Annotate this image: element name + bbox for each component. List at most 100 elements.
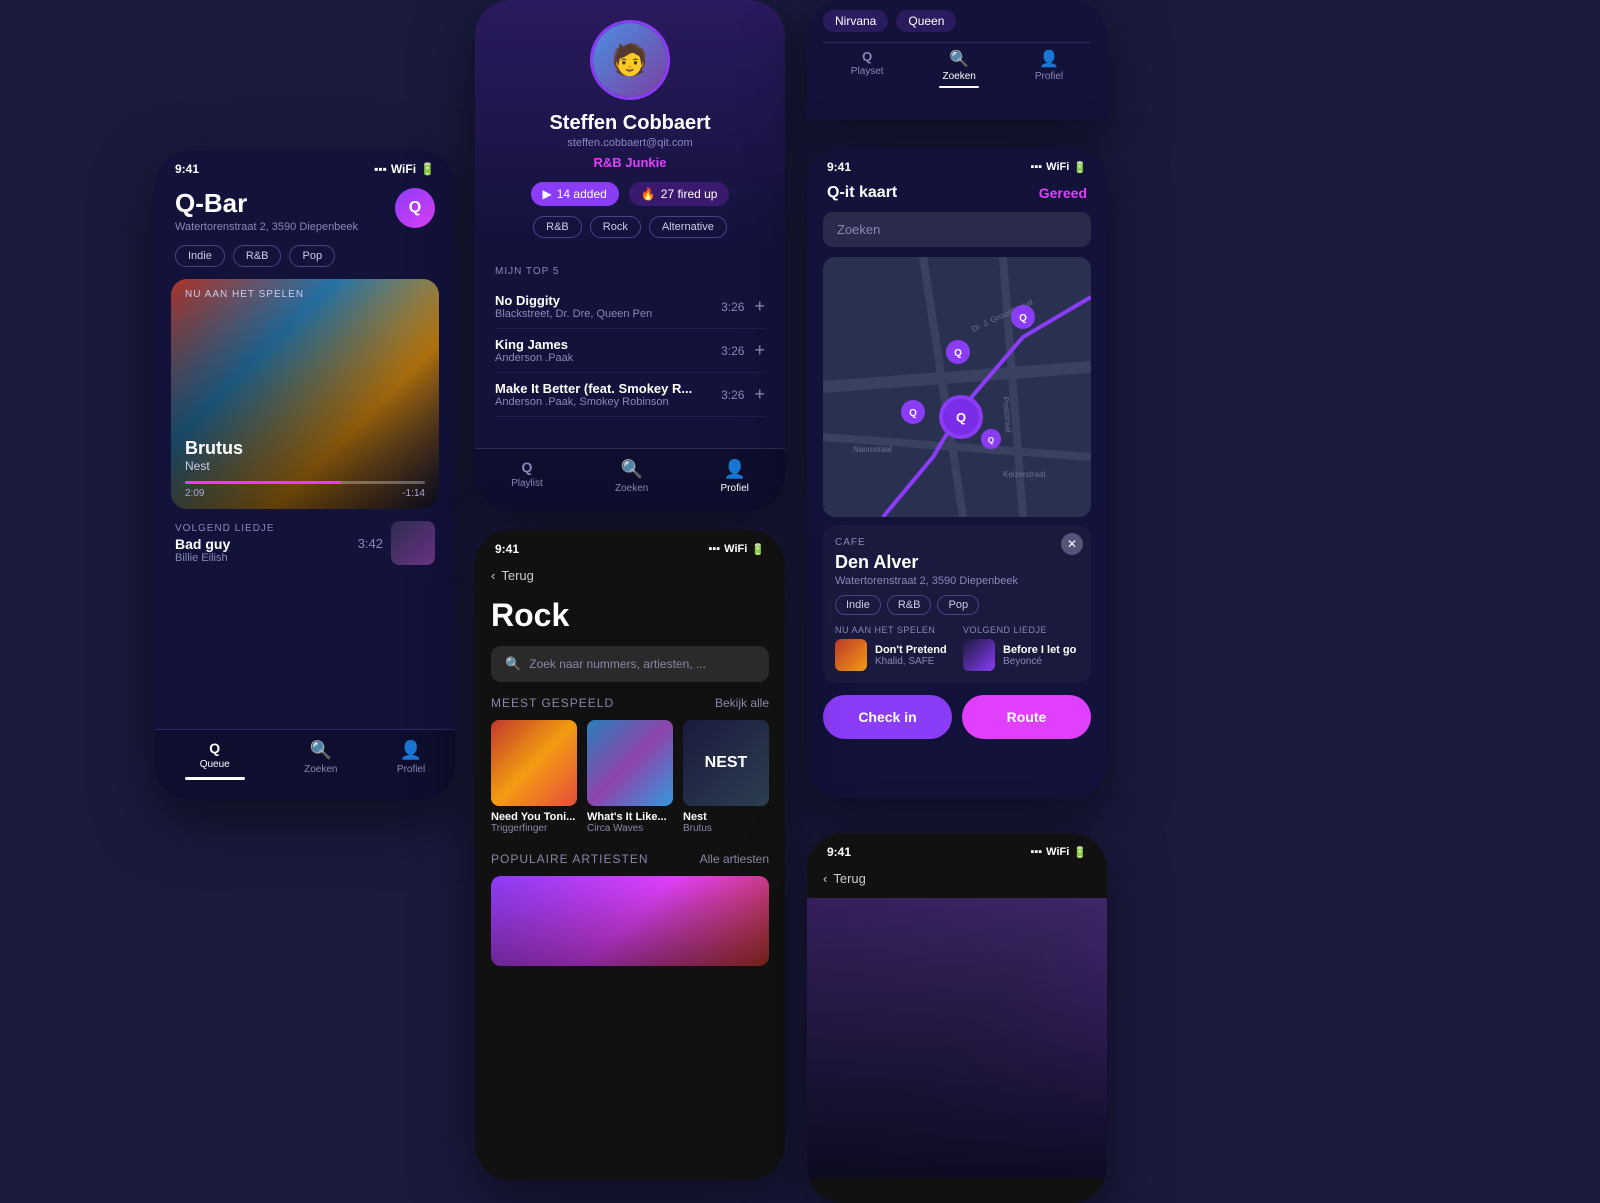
artists-row: Nirvana Queen xyxy=(823,10,1091,32)
playset-icon: Q xyxy=(862,49,872,64)
vtag-indie[interactable]: Indie xyxy=(835,595,881,615)
album-name-3: Nest xyxy=(683,811,769,823)
nav3-zoeken-label: Zoeken xyxy=(943,71,976,82)
genre-rnb[interactable]: R&B xyxy=(533,216,582,238)
progress-fill xyxy=(185,481,341,484)
venue-address: Watertorenstraat 2, 3590 Diepenbeek xyxy=(175,221,358,233)
play-icon: ▶ xyxy=(543,187,552,201)
nav-search[interactable]: 🔍 Zoeken xyxy=(304,740,337,780)
search-icon-5: 🔍 xyxy=(505,656,521,672)
time-4: 9:41 xyxy=(827,160,851,174)
nav2-playlist[interactable]: Q Playlist xyxy=(511,459,543,494)
track-row-1: No Diggity Blackstreet, Dr. Dre, Queen P… xyxy=(495,285,765,329)
status-bar-5: 9:41 ▪▪▪ WiFi 🔋 xyxy=(475,530,785,562)
user-avatar[interactable]: Q xyxy=(395,188,435,228)
wifi-icon: WiFi xyxy=(391,162,416,176)
nav-queue[interactable]: Q Queue xyxy=(185,740,245,780)
album-thumb-1 xyxy=(491,720,577,806)
status-icons-5: ▪▪▪ WiFi 🔋 xyxy=(708,543,765,556)
vtrack-next-artist: Beyoncé xyxy=(1003,656,1076,667)
back-btn-6[interactable]: ‹ Terug xyxy=(807,865,1107,898)
gereed-btn[interactable]: Gereed xyxy=(1039,185,1087,201)
vtag-pop[interactable]: Pop xyxy=(937,595,979,615)
current-artist: Nest xyxy=(185,459,425,473)
nav3-playset[interactable]: Q Playset xyxy=(851,49,884,88)
album-thumb-3: NEST xyxy=(683,720,769,806)
tag-indie[interactable]: Indie xyxy=(175,245,225,267)
back-chevron-5: ‹ xyxy=(491,568,495,583)
vtrack-now-name: Don't Pretend xyxy=(875,644,947,656)
alle-artiesten-link[interactable]: Alle artiesten xyxy=(700,852,769,866)
nav-queue-label: Queue xyxy=(200,759,230,770)
artist-figure xyxy=(807,898,1107,1178)
map-search[interactable]: Zoeken xyxy=(823,212,1091,247)
next-thumb-art xyxy=(391,521,435,565)
vtrack-now-row: Don't Pretend Khalid, SAFE xyxy=(835,639,951,671)
venue-tracks: NU AAN HET SPELEN Don't Pretend Khalid, … xyxy=(835,625,1079,671)
venue-header: Q-Bar Watertorenstraat 2, 3590 Diepenbee… xyxy=(155,180,455,245)
action-buttons: Check in Route xyxy=(807,683,1107,747)
album-art-3: NEST xyxy=(683,720,769,806)
album-item-3[interactable]: NEST Nest Brutus xyxy=(683,720,769,834)
popular-label: POPULAIRE ARTIESTEN xyxy=(491,852,649,866)
tag-pop[interactable]: Pop xyxy=(289,245,335,267)
nav-indicator xyxy=(185,777,245,780)
progress-bar[interactable] xyxy=(185,481,425,484)
track-right-2: 3:26 + xyxy=(721,340,765,361)
album-item-2[interactable]: What's It Like... Circa Waves xyxy=(587,720,673,834)
genre-rock[interactable]: Rock xyxy=(590,216,641,238)
back-btn-5[interactable]: ‹ Terug xyxy=(475,562,785,591)
nav2-profile[interactable]: 👤 Profiel xyxy=(721,459,749,494)
artist-nirvana[interactable]: Nirvana xyxy=(823,10,888,32)
vtrack-thumb-next xyxy=(963,639,995,671)
time-6: 9:41 xyxy=(827,845,851,859)
status-bar-1: 9:41 ▪▪▪ WiFi 🔋 xyxy=(155,150,455,180)
checkin-button[interactable]: Check in xyxy=(823,695,952,739)
nav2-search[interactable]: 🔍 Zoeken xyxy=(615,459,648,494)
fire-icon: 🔥 xyxy=(641,187,656,201)
track-artists-1: Blackstreet, Dr. Dre, Queen Pen xyxy=(495,308,652,320)
now-playing-label: NU AAN HET SPELEN xyxy=(185,289,425,300)
close-venue-btn[interactable]: ✕ xyxy=(1061,533,1083,555)
route-button[interactable]: Route xyxy=(962,695,1091,739)
venue-next-playing: VOLGEND LIEDJE Before I let go Beyoncé xyxy=(963,625,1079,671)
nav2-search-label: Zoeken xyxy=(615,483,648,494)
genre-alternative[interactable]: Alternative xyxy=(649,216,727,238)
profiel-icon: 👤 xyxy=(1039,49,1059,69)
add-btn-1[interactable]: + xyxy=(754,296,765,317)
current-time: 2:09 xyxy=(185,488,204,499)
add-btn-3[interactable]: + xyxy=(754,384,765,405)
artists-figures xyxy=(491,876,769,966)
album-art-1 xyxy=(491,720,577,806)
nav3-profiel[interactable]: 👤 Profiel xyxy=(1035,49,1063,88)
track-right-1: 3:26 + xyxy=(721,296,765,317)
back-label-5: Terug xyxy=(501,568,534,583)
venue-info: Q-Bar Watertorenstraat 2, 3590 Diepenbee… xyxy=(175,188,358,233)
nav2-profile-label: Profiel xyxy=(721,483,749,494)
svg-text:Keizerstraat: Keizerstraat xyxy=(1003,470,1046,479)
queue-icon: Q xyxy=(209,740,220,756)
track-dur-1: 3:26 xyxy=(721,300,744,314)
albums-grid: Need You Toni... Triggerfinger What's It… xyxy=(475,720,785,848)
most-played-label: MEEST GESPEELD xyxy=(491,696,614,710)
vtag-rnb[interactable]: R&B xyxy=(887,595,932,615)
artist-hero xyxy=(807,898,1107,1178)
artist-queen[interactable]: Queen xyxy=(896,10,956,32)
hero-background xyxy=(807,898,1107,1178)
nav-profile[interactable]: 👤 Profiel xyxy=(397,740,425,780)
track-name-3: Make It Better (feat. Smokey R... xyxy=(495,381,692,396)
vtrack-now-label: NU AAN HET SPELEN xyxy=(835,625,951,635)
artists-image xyxy=(491,876,769,966)
bekijk-alle-link[interactable]: Bekijk alle xyxy=(715,696,769,710)
search-icon-2: 🔍 xyxy=(620,459,642,480)
tag-rnb[interactable]: R&B xyxy=(233,245,282,267)
stat-added: ▶ 14 added xyxy=(531,182,619,206)
add-btn-2[interactable]: + xyxy=(754,340,765,361)
status-icons-4: ▪▪▪ WiFi 🔋 xyxy=(1030,161,1087,174)
album-item-1[interactable]: Need You Toni... Triggerfinger xyxy=(491,720,577,834)
map-header: Q-it kaart Gereed xyxy=(807,180,1107,212)
search-input-5[interactable]: 🔍 Zoek naar nummers, artiesten, ... xyxy=(491,646,769,682)
venue-type: CAFE xyxy=(835,537,1079,548)
nav3-zoeken[interactable]: 🔍 Zoeken xyxy=(939,49,979,88)
most-played-header: MEEST GESPEELD Bekijk alle xyxy=(475,696,785,720)
